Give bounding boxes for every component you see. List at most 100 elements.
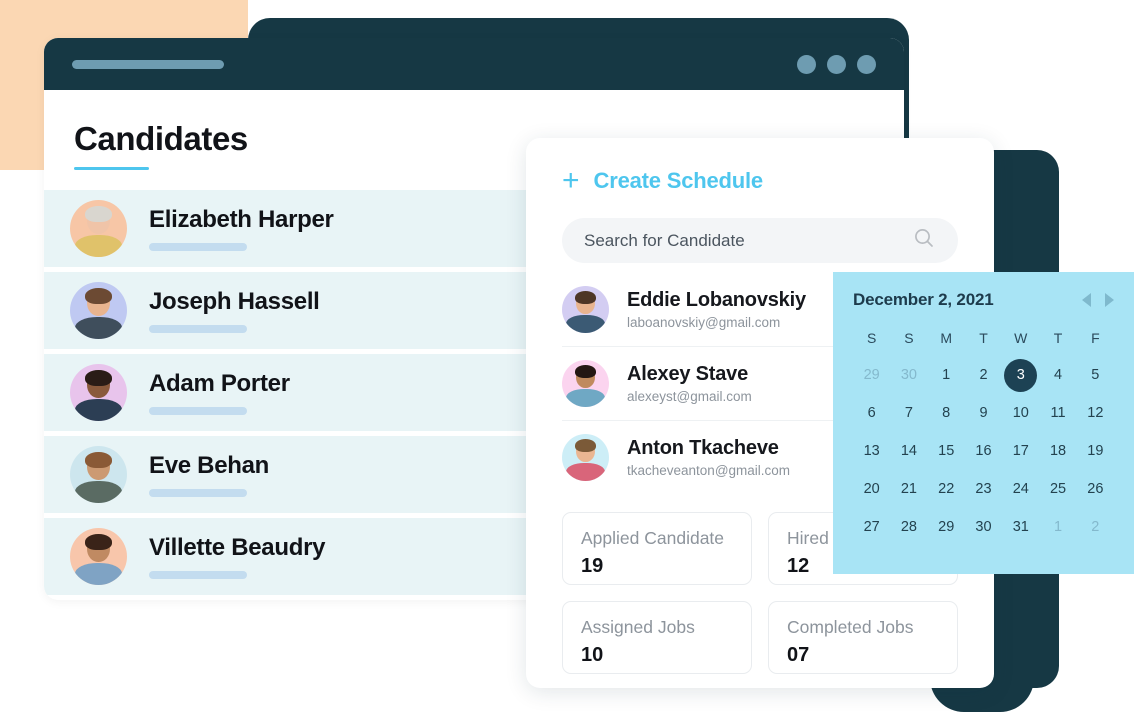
calendar-day[interactable]: 29	[928, 508, 965, 546]
calendar-day[interactable]: 29	[853, 356, 890, 394]
titlebar-placeholder-bar	[72, 59, 224, 69]
search-icon[interactable]	[912, 226, 936, 255]
calendar-day[interactable]: 1	[1039, 508, 1076, 546]
calendar-day-number: 25	[1049, 481, 1067, 497]
stat-label: Completed Jobs	[787, 617, 914, 637]
calendar-day[interactable]: 14	[890, 432, 927, 470]
chevron-left-icon[interactable]	[1082, 293, 1091, 307]
calendar-day[interactable]: 21	[890, 470, 927, 508]
calendar-weekday: S	[866, 330, 877, 346]
avatar	[70, 528, 127, 585]
calendar-day-number: 10	[1012, 405, 1029, 421]
window-dot-3[interactable]	[857, 54, 876, 74]
avatar	[562, 434, 609, 481]
calendar-day[interactable]: 23	[965, 470, 1002, 508]
calendar-day[interactable]: 22	[928, 470, 965, 508]
stat-card: Assigned Jobs 10	[562, 601, 752, 674]
avatar	[70, 446, 127, 503]
calendar-day-number: 22	[938, 481, 955, 497]
plus-icon: +	[562, 164, 580, 197]
candidate-name: Adam Porter	[149, 370, 290, 397]
calendar-day-number: 19	[1087, 443, 1104, 459]
candidate-info: Joseph Hassell	[149, 288, 556, 333]
calendar-weekday: M	[940, 330, 953, 346]
candidate-subtitle-placeholder	[149, 243, 247, 251]
calendar-day-number: 29	[863, 367, 880, 383]
calendar-day[interactable]: 18	[1039, 432, 1076, 470]
avatar-shoulders	[565, 463, 606, 481]
schedule-candidate-info: Anton Tkacheve tkacheveanton@gmail.com	[627, 437, 790, 478]
avatar-shoulders	[74, 317, 123, 339]
calendar-day[interactable]: 1	[928, 356, 965, 394]
candidate-name: Villette Beaudry	[149, 534, 326, 561]
calendar-day[interactable]: 30	[890, 356, 927, 394]
calendar-day[interactable]: 6	[853, 394, 890, 432]
calendar-day-number: 8	[942, 405, 951, 421]
candidate-subtitle-placeholder	[149, 489, 247, 497]
calendar-day[interactable]: 2	[965, 356, 1002, 394]
stat-label: Assigned Jobs	[581, 617, 695, 637]
calendar-weekday: W	[1014, 330, 1028, 346]
calendar-day[interactable]: 19	[1077, 432, 1114, 470]
calendar-day-number: 5	[1091, 367, 1100, 383]
calendar-day[interactable]: 20	[853, 470, 890, 508]
calendar-day[interactable]: 30	[965, 508, 1002, 546]
calendar-day-number: 16	[975, 443, 992, 459]
calendar-day-number: 7	[904, 405, 913, 421]
window-controls[interactable]	[797, 54, 876, 74]
schedule-candidate-info: Eddie Lobanovskiy laboanovskiy@gmail.com	[627, 289, 806, 330]
avatar-shoulders	[565, 315, 606, 333]
calendar-panel: December 2, 2021 S S M T W T F 29 30 1 2 3 4 5 6 7 8 9 10 1…	[833, 272, 1134, 574]
schedule-candidate-email: laboanovskiy@gmail.com	[627, 315, 781, 330]
calendar-day-number: 14	[900, 443, 917, 459]
calendar-day[interactable]: 10	[1002, 394, 1039, 432]
schedule-candidate-email: alexeyst@gmail.com	[627, 389, 752, 404]
window-dot-1[interactable]	[797, 54, 816, 74]
calendar-day[interactable]: 8	[928, 394, 965, 432]
calendar-day[interactable]: 13	[853, 432, 890, 470]
avatar-hair	[574, 365, 597, 379]
calendar-day[interactable]: 11	[1039, 394, 1076, 432]
calendar-day[interactable]: 17	[1002, 432, 1039, 470]
search-candidate-box[interactable]	[562, 218, 958, 263]
avatar-shoulders	[74, 399, 123, 421]
calendar-day[interactable]: 12	[1077, 394, 1114, 432]
candidate-subtitle-placeholder	[149, 325, 247, 333]
avatar-shoulders	[74, 481, 123, 503]
create-schedule-button[interactable]: + Create Schedule	[562, 166, 958, 196]
candidate-info: Villette Beaudry	[149, 534, 556, 579]
calendar-day[interactable]: 5	[1077, 356, 1114, 394]
calendar-day-number: 9	[979, 405, 988, 421]
calendar-day[interactable]: 26	[1077, 470, 1114, 508]
calendar-day-number: 4	[1054, 367, 1063, 383]
window-dot-2[interactable]	[827, 54, 846, 74]
calendar-weekday: T	[979, 330, 988, 346]
calendar-day[interactable]: 25	[1039, 470, 1076, 508]
calendar-day-number: 23	[975, 481, 992, 497]
calendar-day-selected[interactable]: 3	[1002, 356, 1039, 394]
candidate-name: Elizabeth Harper	[149, 206, 334, 233]
candidate-name: Eve Behan	[149, 452, 270, 479]
calendar-day[interactable]: 28	[890, 508, 927, 546]
calendar-day-number: 30	[900, 367, 917, 383]
calendar-day[interactable]: 9	[965, 394, 1002, 432]
calendar-day[interactable]: 27	[853, 508, 890, 546]
chevron-right-icon[interactable]	[1105, 293, 1114, 307]
calendar-day[interactable]: 16	[965, 432, 1002, 470]
calendar-day[interactable]: 7	[890, 394, 927, 432]
calendar-day[interactable]: 31	[1002, 508, 1039, 546]
calendar-day[interactable]: 24	[1002, 470, 1039, 508]
stat-value: 07	[787, 644, 810, 666]
search-input[interactable]	[584, 230, 902, 251]
window-titlebar	[44, 38, 904, 90]
stat-label: Applied Candidate	[581, 528, 725, 548]
candidate-name: Joseph Hassell	[149, 288, 320, 315]
calendar-day[interactable]: 15	[928, 432, 965, 470]
calendar-day[interactable]: 4	[1039, 356, 1076, 394]
schedule-candidate-email: tkacheveanton@gmail.com	[627, 463, 791, 478]
calendar-day[interactable]: 2	[1077, 508, 1114, 546]
calendar-day-number: 15	[938, 443, 955, 459]
calendar-day-number: 20	[863, 481, 880, 497]
avatar	[70, 364, 127, 421]
calendar-day-number: 3	[1004, 358, 1038, 392]
